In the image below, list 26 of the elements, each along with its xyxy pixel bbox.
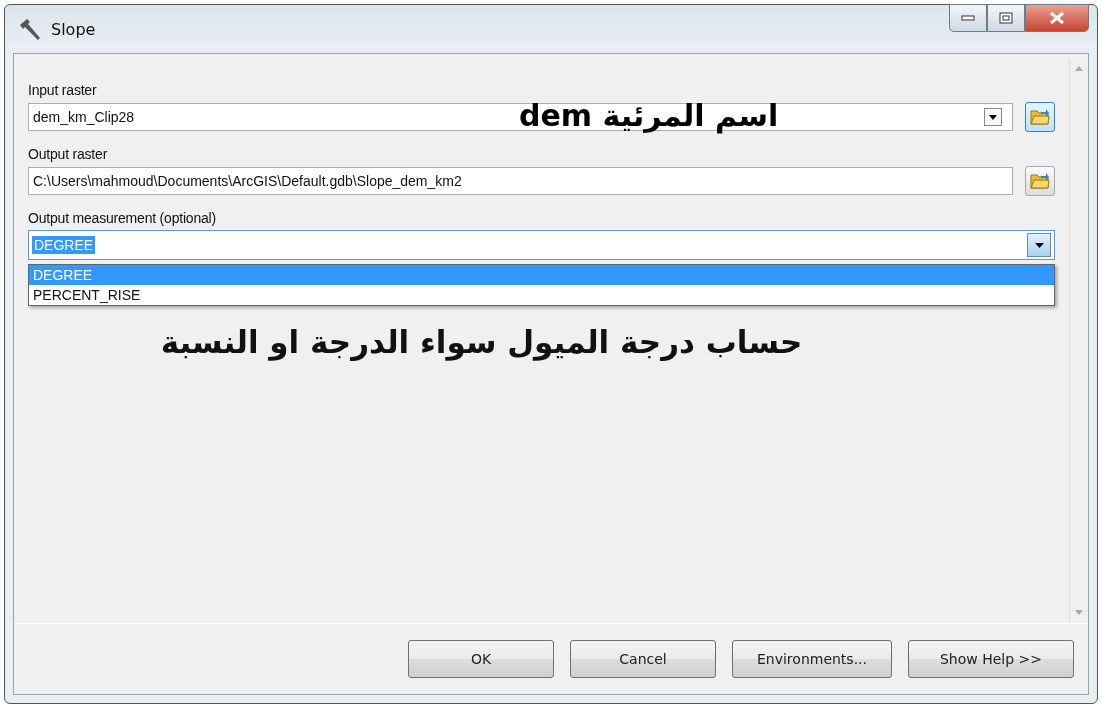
minimize-icon	[961, 15, 975, 21]
maximize-button[interactable]	[987, 4, 1025, 32]
scroll-up-icon	[1075, 66, 1083, 71]
dropdown-option[interactable]: PERCENT_RISE	[29, 285, 1054, 305]
field-label: Output measurement (optional)	[28, 210, 217, 226]
browse-button[interactable]	[1025, 102, 1055, 132]
dropdown-arrow-icon	[1034, 242, 1044, 248]
minimize-button[interactable]	[949, 4, 987, 32]
annotation-text: حساب درجة الميول سواء الدرجة او النسبة	[159, 324, 804, 360]
folder-icon	[1030, 172, 1050, 190]
dialog-button[interactable]: Environments...	[732, 640, 892, 678]
close-button[interactable]	[1025, 4, 1089, 32]
dialog-button[interactable]: OK	[408, 640, 554, 678]
window-title: Slope	[51, 19, 96, 39]
folder-icon	[1030, 108, 1050, 126]
maximize-icon	[999, 12, 1013, 24]
hammer-icon	[17, 17, 43, 41]
scroll-down-icon	[1075, 610, 1083, 615]
close-icon	[1049, 11, 1065, 25]
dropdown-arrow-icon	[989, 114, 997, 120]
output-path-field[interactable]: C:\Users\mahmoud\Documents\ArcGIS\Default.gdb\Slope_dem_km2	[28, 167, 1013, 195]
field-label: Input raster	[28, 82, 98, 98]
browse-button[interactable]	[1025, 166, 1055, 196]
dialog-button[interactable]: Show Help >>	[908, 640, 1074, 678]
field-label: Output raster	[28, 146, 109, 162]
dialog-button[interactable]: Cancel	[570, 640, 716, 678]
